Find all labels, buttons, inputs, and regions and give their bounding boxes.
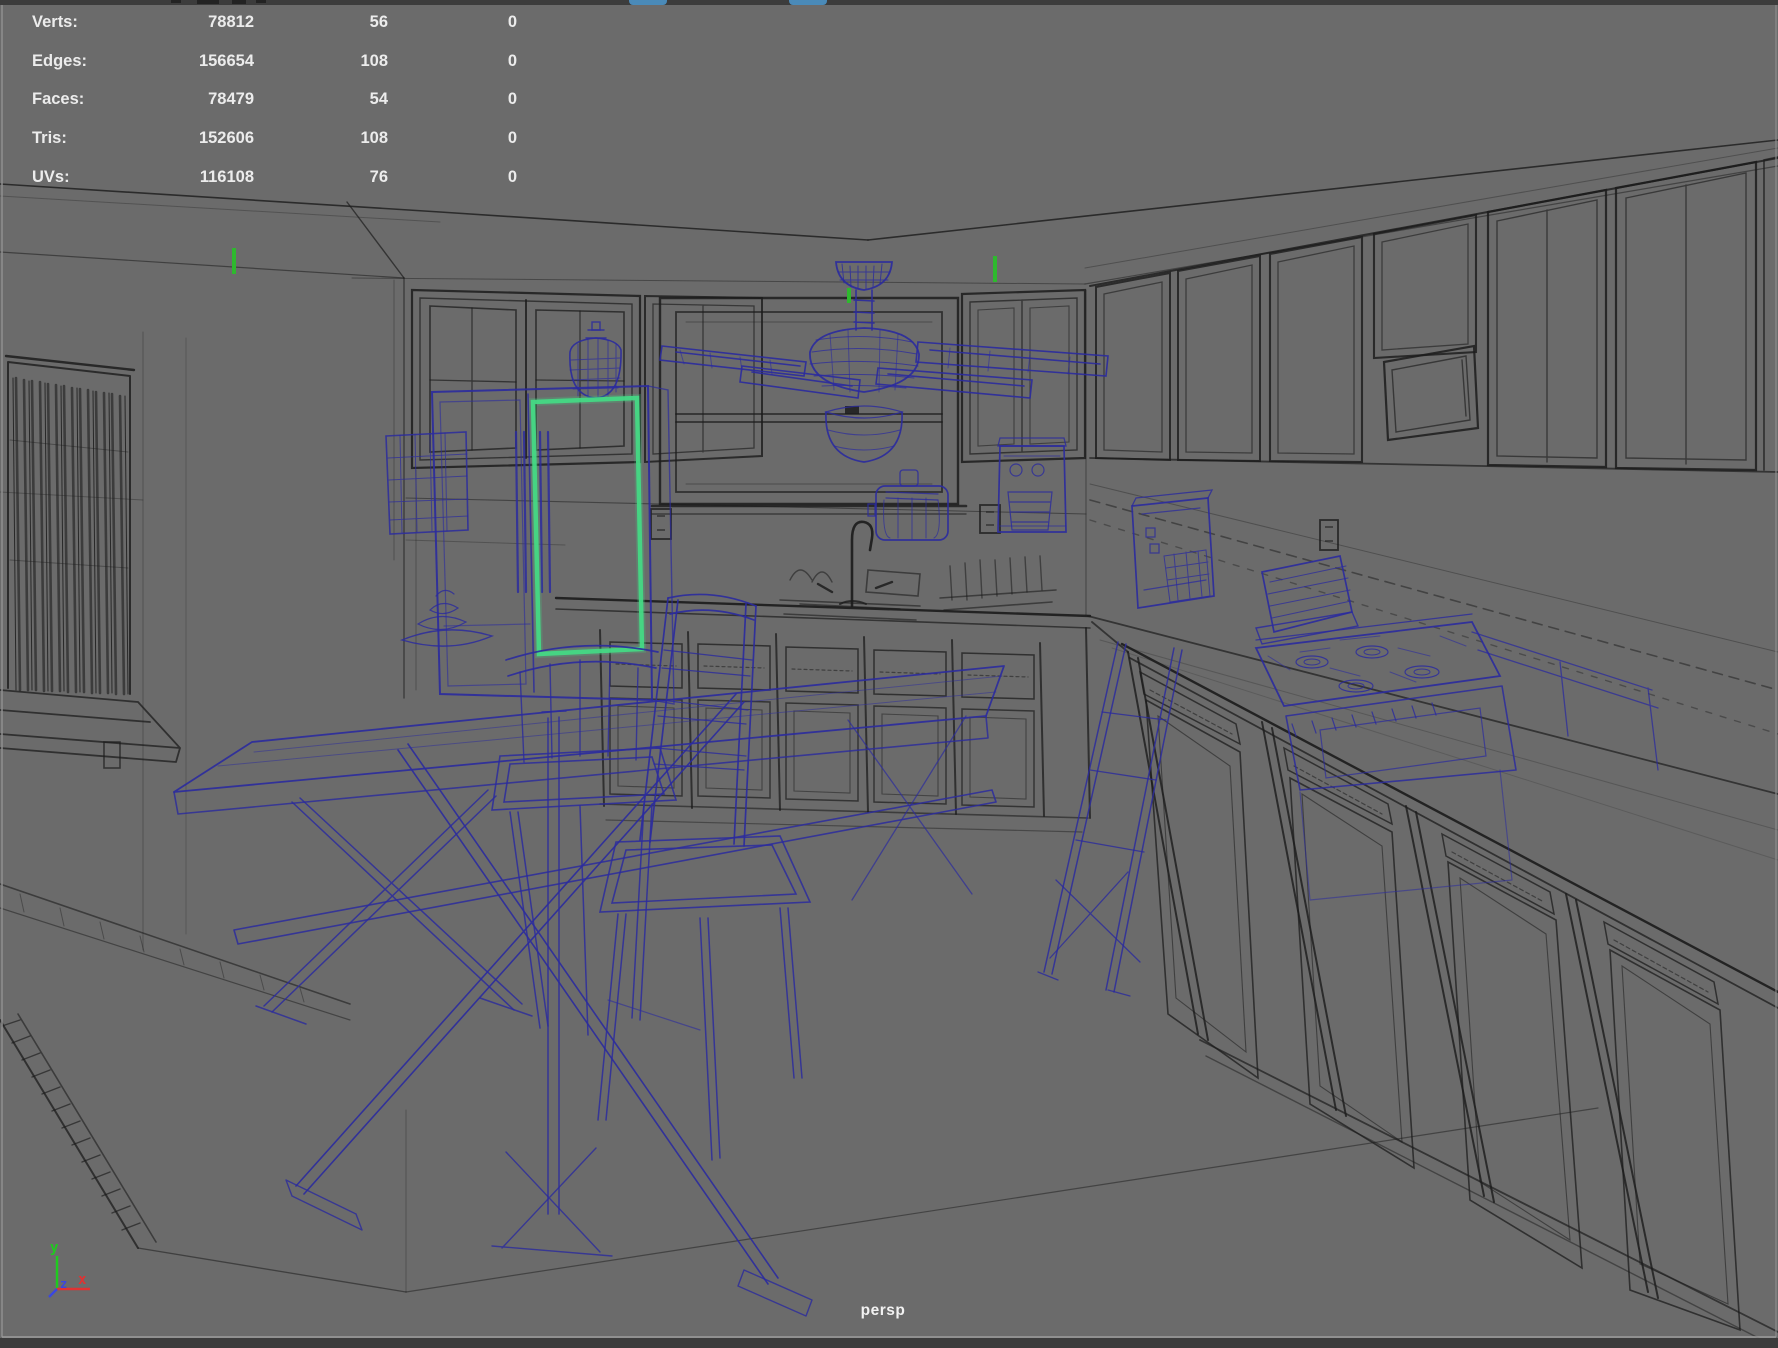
hud-label: UVs:: [32, 168, 70, 186]
kitchen-table-wireframe[interactable]: [173, 589, 1005, 1317]
hud-selected: 56: [369, 13, 388, 31]
light-locator-tick[interactable]: [993, 256, 997, 282]
small-appliance-wireframe[interactable]: [1131, 489, 1215, 609]
x-axis-label: x: [78, 1272, 87, 1288]
camera-name-label: persp: [860, 1302, 906, 1319]
light-locator-tick[interactable]: [232, 248, 236, 274]
viewport-border-right: [1775, 5, 1777, 1337]
timeline-top-strip: [0, 1338, 1778, 1348]
y-axis-label: y: [50, 1240, 59, 1256]
hud-label: Verts:: [32, 13, 78, 31]
hud-total: 156654: [198, 52, 254, 70]
hud-label: Faces:: [32, 90, 85, 108]
hud-extra: 0: [507, 13, 517, 31]
view-axis-gizmo: y x z: [48, 1240, 90, 1298]
toolbar-glyph-fragment: [232, 0, 246, 4]
hud-total: 78812: [208, 13, 254, 31]
hud-extra: 0: [507, 129, 517, 147]
toolbar-glyph-fragment: [171, 0, 181, 3]
hud-extra: 0: [507, 52, 517, 70]
hud-selected: 108: [360, 129, 388, 147]
viewport-border-left: [1, 5, 3, 1337]
hud-selected: 108: [360, 52, 388, 70]
shelf-tab-fragment[interactable]: [789, 0, 827, 5]
viewport-canvas[interactable]: y x z: [0, 0, 1778, 1348]
hud-total: 152606: [198, 129, 254, 147]
hud-selected: 54: [369, 90, 388, 108]
maya-viewport-window: { "viewport": { "camera_label": "persp",…: [0, 0, 1778, 1348]
z-axis-label: z: [60, 1277, 67, 1291]
toolbar-bottom-strip: [0, 0, 1778, 5]
hud-label: Edges:: [32, 52, 88, 70]
sink-and-faucet[interactable]: [779, 520, 1057, 621]
base-cabinets-right[interactable]: [1087, 615, 1778, 1348]
upper-cabinets-back-wall[interactable]: [410, 288, 1087, 470]
hud-extra: 0: [507, 90, 517, 108]
book-stand-wireframe[interactable]: [1255, 554, 1359, 645]
toolbar-glyph-fragment: [256, 0, 266, 3]
shelf-tab-fragment[interactable]: [629, 0, 667, 5]
hud-extra: 0: [507, 168, 517, 186]
stove-wireframe[interactable]: [1254, 613, 1659, 901]
window-over-sink[interactable]: [650, 296, 968, 515]
light-locator-tick[interactable]: [847, 288, 851, 303]
hud-label: Tris:: [32, 129, 67, 147]
base-cabinets-back[interactable]: [554, 596, 1092, 833]
hud-total: 116108: [199, 168, 254, 186]
hud-total: 78479: [208, 90, 254, 108]
step-stool-wireframe[interactable]: [1037, 641, 1183, 997]
left-window-blinds[interactable]: [0, 354, 181, 763]
toolbar-glyph-fragment: [197, 0, 219, 4]
z-axis-line: [48, 1288, 58, 1298]
hud-selected: 76: [369, 168, 388, 186]
